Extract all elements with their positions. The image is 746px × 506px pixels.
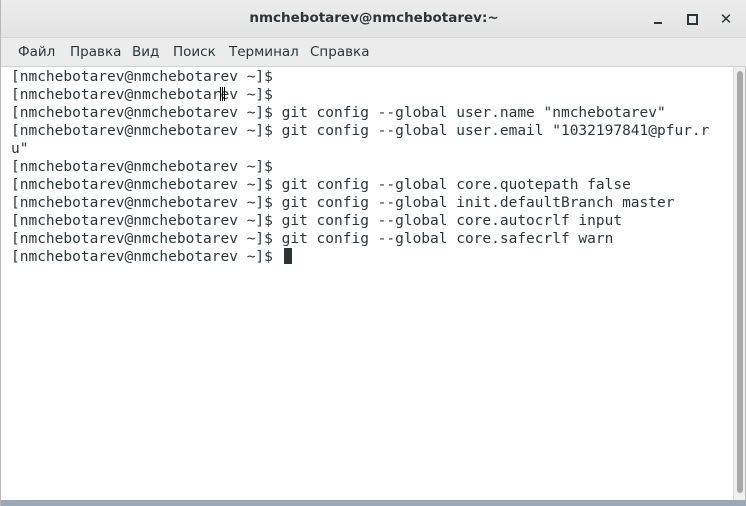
menu-item-search[interactable]: Поиск [173,44,216,60]
terminal-line: [nmchebotarev@nmchebotarev ~]$ git confi… [11,177,631,193]
terminal-prompt-line[interactable]: [nmchebotarev@nmchebotarev ~]$ [11,248,292,266]
prompt-text: [nmchebotarev@nmchebotarev ~]$ [11,249,282,265]
mouse-ibeam-cursor-icon [220,87,225,101]
menu-item-file[interactable]: Файл [18,44,55,60]
close-button[interactable]: ✕ [716,9,736,29]
desktop-edge [1,500,746,506]
window-title: nmchebotarev@nmchebotarev:~ [249,10,499,26]
minimize-icon [654,21,662,24]
terminal-line: [nmchebotarev@nmchebotarev ~]$ git confi… [11,231,614,247]
text-cursor [283,248,292,264]
terminal-line: [nmchebotarev@nmchebotarev ~]$ [11,87,273,103]
terminal-line: [nmchebotarev@nmchebotarev ~]$ git confi… [11,105,666,121]
terminal-line: [nmchebotarev@nmchebotarev ~]$ [11,69,273,85]
vertical-scrollbar[interactable] [733,67,745,500]
scrollbar-thumb[interactable] [737,71,743,493]
menu-item-help[interactable]: Справка [310,44,369,60]
terminal-line: [nmchebotarev@nmchebotarev ~]$ [11,159,273,175]
menu-bar: Файл Правка Вид Поиск Терминал Справка [1,38,746,67]
title-bar[interactable]: nmchebotarev@nmchebotarev:~ ✕ [1,0,746,38]
terminal-line: [nmchebotarev@nmchebotarev ~]$ git confi… [11,195,675,211]
minimize-button[interactable] [648,9,668,29]
menu-item-edit[interactable]: Правка [70,44,121,60]
terminal-output[interactable]: [nmchebotarev@nmchebotarev ~]$ [nmchebot… [1,67,733,500]
maximize-button[interactable] [682,9,702,29]
maximize-icon [686,13,698,25]
terminal-line: u" [11,141,29,157]
terminal-line: [nmchebotarev@nmchebotarev ~]$ git confi… [11,123,710,139]
menu-item-view[interactable]: Вид [132,44,159,60]
terminal-window: nmchebotarev@nmchebotarev:~ ✕ Файл Правк… [0,0,746,506]
terminal-line: [nmchebotarev@nmchebotarev ~]$ git confi… [11,213,623,229]
menu-item-terminal[interactable]: Терминал [229,44,299,60]
close-icon: ✕ [719,9,733,28]
